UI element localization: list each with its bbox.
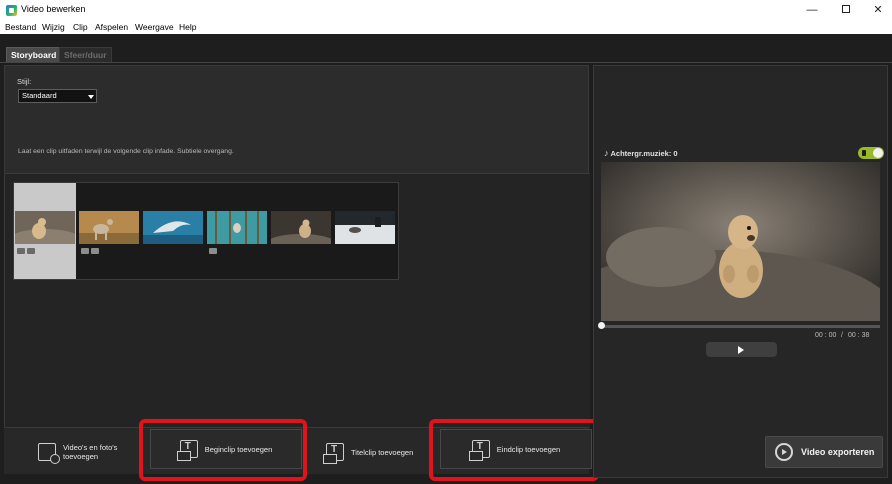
storyboard-panel: Stijl: Standaard Laat een clip uitfaden … — [4, 65, 590, 461]
preview-panel: ♪ Achtergr.muziek: 0 00: 00 / 00: 38 V… — [593, 65, 888, 478]
video-icon — [17, 248, 25, 254]
clip-thumbnail-dolphin[interactable] — [142, 183, 204, 279]
clip-image — [335, 211, 395, 244]
play-button[interactable] — [706, 342, 777, 357]
video-preview — [601, 162, 880, 321]
add-title-clip-label: Titelclip toevoegen — [351, 447, 414, 457]
clip-image — [207, 211, 267, 244]
add-media-label-line1: Video's en foto's — [63, 443, 118, 452]
video-icon — [81, 248, 89, 254]
style-label: Stijl: — [17, 77, 32, 86]
seek-knob[interactable] — [598, 322, 605, 329]
video-edit-window: Video bewerken — ✕ Bestand Wijzig Clip A… — [0, 0, 892, 484]
clip-image — [143, 211, 203, 244]
tab-sfeer-duur[interactable]: Sfeer/duur — [59, 47, 112, 62]
clip-thumbnail-prairie-dog-2[interactable] — [270, 183, 332, 279]
app-content: Storyboard Sfeer/duur Stijl: Standaard L… — [0, 34, 892, 484]
clip-thumbnail-prairie-dog[interactable] — [14, 183, 76, 279]
close-button[interactable]: ✕ — [862, 0, 892, 21]
menu-weergave[interactable]: Weergave — [135, 22, 174, 32]
tab-bar: Storyboard Sfeer/duur — [0, 44, 892, 63]
photo-icon — [27, 248, 35, 254]
menu-help[interactable]: Help — [179, 22, 196, 32]
playback-seek-bar[interactable] — [598, 322, 880, 329]
add-media-icon — [38, 443, 60, 464]
style-description: Laat een clip uitfaden terwijl de volgen… — [18, 148, 234, 155]
current-time: 00 : 00 — [815, 332, 837, 339]
clip-strip — [13, 182, 399, 280]
total-time: 00 : 38 — [848, 332, 870, 339]
export-video-button[interactable]: Video exporteren — [765, 436, 883, 468]
add-media-label: Video's en foto's toevoegen — [63, 443, 117, 461]
title-bar: Video bewerken — ✕ — [0, 0, 892, 21]
add-media-label-line2: toevoegen — [63, 452, 99, 461]
clip-thumbnail-bird-in-reeds[interactable] — [206, 183, 268, 279]
music-toggle-switch[interactable] — [858, 147, 884, 159]
style-dropdown-value: Standaard — [22, 91, 57, 100]
menu-wijzig[interactable]: Wijzig — [42, 22, 65, 32]
chevron-down-icon — [88, 95, 94, 99]
clip-badges — [209, 248, 219, 257]
clip-thumbnail-snowy-field[interactable] — [334, 183, 396, 279]
export-film-icon — [775, 443, 793, 461]
background-music-label: ♪ Achtergr.muziek: 0 — [604, 148, 678, 158]
music-note-icon: ♪ — [604, 148, 609, 158]
add-media-button[interactable]: Video's en foto's toevoegen — [38, 437, 138, 467]
video-icon — [209, 248, 217, 254]
window-title: Video bewerken — [21, 4, 86, 14]
maximize-icon — [842, 5, 850, 13]
export-video-label: Video exporteren — [801, 447, 875, 457]
menu-bestand[interactable]: Bestand — [5, 22, 36, 32]
tab-storyboard[interactable]: Storyboard — [6, 47, 62, 62]
app-icon — [6, 5, 17, 16]
maximize-button[interactable] — [830, 0, 862, 21]
storyboard-area — [5, 173, 590, 461]
clip-thumbnail-deer[interactable] — [78, 183, 140, 279]
menu-afspelen[interactable]: Afspelen — [95, 22, 128, 32]
photo-icon — [91, 248, 99, 254]
time-separator: / — [841, 332, 843, 339]
menu-bar: Bestand Wijzig Clip Afspelen Weergave He… — [0, 21, 892, 34]
highlight-frame-ending — [429, 419, 599, 481]
title-clip-icon — [323, 443, 344, 464]
highlight-frame-opening — [139, 419, 307, 481]
clip-badges — [81, 248, 101, 257]
minimize-button[interactable]: — — [796, 0, 828, 21]
clip-badges — [17, 248, 37, 257]
clip-image — [271, 211, 331, 244]
menu-clip[interactable]: Clip — [73, 22, 88, 32]
background-music-text: Achtergr.muziek: 0 — [610, 149, 678, 158]
play-icon — [738, 346, 744, 354]
clip-image — [15, 211, 75, 244]
clip-image — [79, 211, 139, 244]
style-dropdown[interactable]: Standaard — [18, 89, 97, 103]
add-title-clip-button[interactable]: Titelclip toevoegen — [323, 437, 436, 467]
